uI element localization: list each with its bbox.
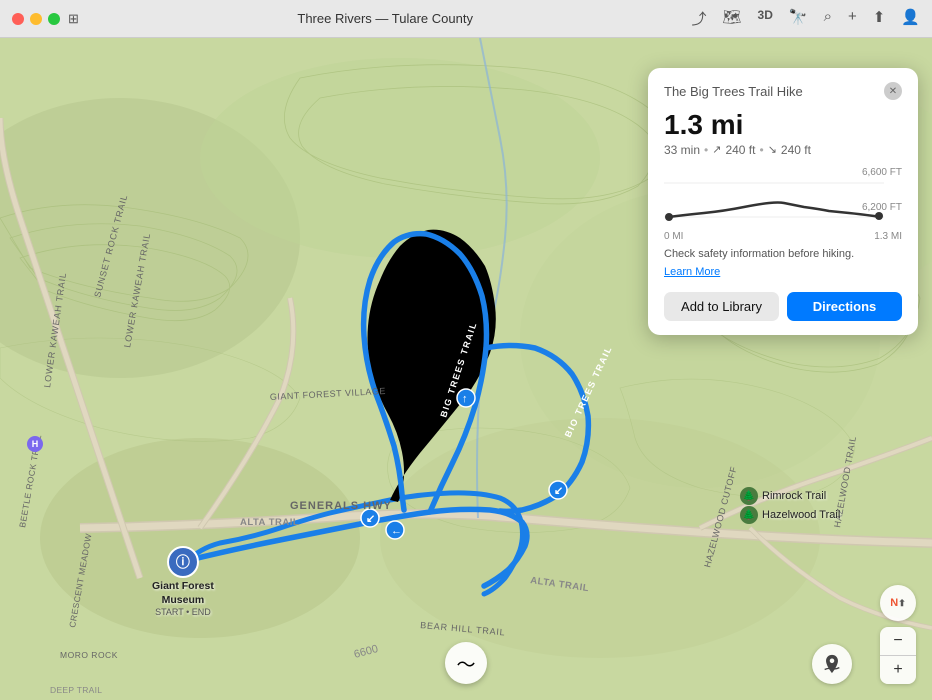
elev-low-label: 6,200 FT bbox=[862, 202, 902, 213]
svg-text:↑: ↑ bbox=[462, 393, 468, 405]
rimrock-trail-label: Rimrock Trail bbox=[762, 490, 826, 502]
elevation-chart: 6,600 FT 6,200 FT bbox=[664, 167, 902, 227]
svg-text:GENERALS HWY: GENERALS HWY bbox=[290, 500, 392, 512]
titlebar: ⊞ Three Rivers — Tulare County ⤴ 🗺 3D 🔭 … bbox=[0, 0, 932, 38]
add-to-library-button[interactable]: Add to Library bbox=[664, 292, 779, 321]
card-elevation-gain: 240 ft bbox=[725, 143, 755, 157]
compass-north-label: N bbox=[890, 597, 898, 609]
map-icon[interactable]: 🗺 bbox=[722, 8, 741, 29]
map[interactable]: 6600 bbox=[0, 38, 932, 700]
zoom-controls: − + bbox=[880, 627, 916, 684]
directions-button[interactable]: Directions bbox=[787, 292, 902, 321]
svg-text:MORO ROCK: MORO ROCK bbox=[60, 650, 118, 660]
compass-arrow-icon: ⬆ bbox=[898, 598, 906, 609]
minimize-button[interactable] bbox=[30, 13, 42, 25]
recenter-button[interactable] bbox=[812, 644, 852, 684]
hazelwood-trail-label: Hazelwood Trail bbox=[762, 509, 840, 521]
traffic-lights bbox=[12, 13, 60, 25]
bottom-controls: N ⬆ − + bbox=[880, 585, 916, 684]
add-icon[interactable]: + bbox=[848, 8, 857, 29]
hospital-marker[interactable]: H bbox=[27, 436, 43, 452]
trail-card: The Big Trees Trail Hike ✕ 1.3 mi 33 min… bbox=[648, 68, 918, 335]
threed-icon[interactable]: 3D bbox=[758, 8, 773, 29]
binoculars-icon[interactable]: 🔭 bbox=[789, 8, 808, 29]
svg-text:DEEP TRAIL: DEEP TRAIL bbox=[50, 685, 102, 695]
museum-info-icon: ⓘ bbox=[167, 546, 199, 578]
account-icon[interactable]: 👤 bbox=[901, 8, 920, 29]
elev-high-label: 6,600 FT bbox=[862, 167, 902, 178]
hazelwood-trail-icon: 🌲 bbox=[740, 506, 758, 524]
safety-text: Check safety information before hiking. bbox=[664, 248, 902, 260]
elevation-down-icon: ↘ bbox=[768, 143, 777, 156]
card-distance: 1.3 mi bbox=[664, 110, 902, 141]
svg-text:↙: ↙ bbox=[366, 513, 375, 525]
zoom-out-button[interactable]: + bbox=[880, 656, 916, 684]
hazelwood-trail-poi[interactable]: 🌲 Hazelwood Trail bbox=[740, 506, 840, 524]
museum-marker[interactable]: ⓘ Giant ForestMuseum START • END bbox=[152, 546, 214, 617]
compass-button[interactable]: N ⬆ bbox=[880, 585, 916, 621]
museum-name-label: Giant ForestMuseum bbox=[152, 580, 214, 607]
card-close-button[interactable]: ✕ bbox=[884, 82, 902, 100]
window-title: Three Rivers — Tulare County bbox=[79, 11, 692, 26]
learn-more-link[interactable]: Learn More bbox=[664, 266, 720, 278]
svg-text:↙: ↙ bbox=[554, 485, 563, 497]
card-header: The Big Trees Trail Hike ✕ bbox=[664, 82, 902, 100]
search-icon[interactable]: ⌕ bbox=[824, 8, 832, 29]
card-elevation-loss: 240 ft bbox=[781, 143, 811, 157]
recenter-icon bbox=[821, 653, 843, 675]
fullscreen-button[interactable] bbox=[48, 13, 60, 25]
tracking-button[interactable]: 〜 bbox=[445, 642, 487, 684]
zoom-in-button[interactable]: − bbox=[880, 627, 916, 655]
rimrock-trail-icon: 🌲 bbox=[740, 487, 758, 505]
card-duration: 33 min bbox=[664, 143, 700, 157]
share-icon[interactable]: ⬆ bbox=[873, 8, 886, 29]
navigation-icon[interactable]: ⤴ bbox=[691, 8, 706, 29]
sidebar-toggle-icon[interactable]: ⊞ bbox=[68, 11, 79, 27]
elevation-up-icon: ↗ bbox=[712, 143, 721, 156]
card-meta: 33 min • ↗ 240 ft • ↘ 240 ft bbox=[664, 143, 902, 157]
x-labels: 0 MI 1.3 MI bbox=[664, 231, 902, 242]
toolbar-icons: ⤴ 🗺 3D 🔭 ⌕ + ⬆ 👤 bbox=[691, 8, 920, 29]
x-label-start: 0 MI bbox=[664, 231, 683, 242]
card-actions: Add to Library Directions bbox=[664, 292, 902, 321]
x-label-end: 1.3 MI bbox=[874, 231, 902, 242]
card-title: The Big Trees Trail Hike bbox=[664, 84, 803, 99]
rimrock-trail-poi[interactable]: 🌲 Rimrock Trail bbox=[740, 487, 826, 505]
svg-text:ALTA TRAIL: ALTA TRAIL bbox=[240, 517, 299, 528]
museum-sub-label: START • END bbox=[155, 607, 211, 617]
close-button[interactable] bbox=[12, 13, 24, 25]
svg-text:←: ← bbox=[391, 525, 402, 537]
